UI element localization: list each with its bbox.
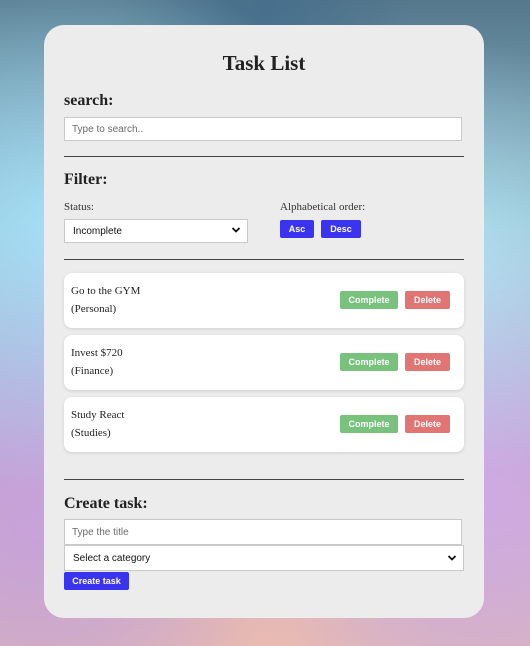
task-category: (Studies) [71, 427, 111, 439]
delete-button[interactable]: Delete [405, 415, 450, 433]
complete-button[interactable]: Complete [340, 291, 398, 309]
divider [64, 479, 464, 480]
status-select[interactable]: Incomplete [64, 219, 248, 243]
page-title: Task List [222, 51, 306, 75]
task-category: (Personal) [71, 303, 117, 315]
search-input[interactable]: Type to search.. [64, 117, 462, 141]
alphabetical-order-label: Alphabetical order: [280, 201, 366, 213]
create-task-button[interactable]: Create task [64, 572, 129, 590]
chevron-down-icon [447, 555, 457, 561]
divider [64, 259, 464, 260]
filter-heading: Filter: [64, 171, 108, 188]
task-item: Invest $720 (Finance) Complete Delete [64, 335, 464, 390]
task-list-card: Task List search: Type to search.. Filte… [44, 25, 484, 618]
status-select-value: Incomplete [73, 225, 122, 237]
delete-button[interactable]: Delete [405, 353, 450, 371]
task-item: Study React (Studies) Complete Delete [64, 397, 464, 452]
complete-button[interactable]: Complete [340, 415, 398, 433]
create-task-heading: Create task: [64, 495, 148, 512]
task-category: (Finance) [71, 365, 114, 377]
delete-button[interactable]: Delete [405, 291, 450, 309]
task-title: Invest $720 [71, 347, 123, 359]
chevron-down-icon [231, 227, 241, 233]
task-title-input[interactable]: Type the title [64, 519, 462, 545]
category-select[interactable]: Select a category [64, 545, 464, 571]
category-select-value: Select a category [73, 552, 151, 564]
complete-button[interactable]: Complete [340, 353, 398, 371]
sort-asc-button[interactable]: Asc [280, 220, 314, 238]
sort-desc-button[interactable]: Desc [321, 220, 361, 238]
status-label: Status: [64, 201, 94, 213]
task-title: Go to the GYM [71, 285, 141, 297]
task-title-placeholder: Type the title [72, 526, 129, 538]
task-item: Go to the GYM (Personal) Complete Delete [64, 273, 464, 328]
task-title: Study React [71, 409, 125, 421]
search-heading: search: [64, 92, 114, 109]
search-placeholder: Type to search.. [72, 123, 144, 135]
divider [64, 156, 464, 157]
